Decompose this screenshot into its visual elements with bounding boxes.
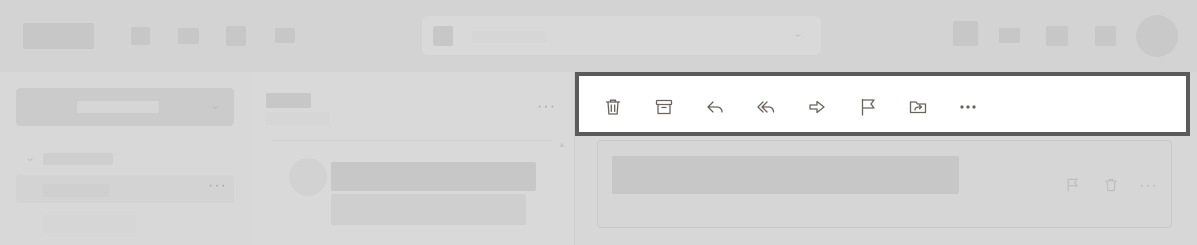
more-icon[interactable]: ··· [208, 178, 227, 194]
search-icon [433, 26, 453, 46]
delete-button[interactable] [600, 94, 626, 120]
chevron-down-icon[interactable]: ⌄ [25, 150, 35, 164]
reply-icon [707, 101, 723, 113]
forward-button[interactable] [804, 94, 830, 120]
toolbar-icon-placeholder[interactable] [226, 26, 246, 46]
new-mail-label-placeholder [77, 101, 159, 113]
scroll-up-arrow[interactable]: ▲ [558, 140, 566, 149]
more-icon [960, 105, 976, 109]
more-icon[interactable]: ··· [1139, 178, 1158, 194]
flag-button[interactable] [855, 94, 881, 120]
trash-icon [605, 99, 621, 115]
flag-icon[interactable] [1065, 177, 1081, 198]
date-placeholder [1045, 159, 1158, 174]
chevron-down-icon: ⌄ [210, 98, 221, 112]
new-mail-button[interactable]: ⌄ [16, 88, 234, 126]
more-actions-button[interactable] [955, 94, 981, 120]
search-box[interactable]: ⌄ [422, 16, 821, 55]
reply-all-button[interactable] [753, 94, 779, 120]
avatar [289, 158, 327, 196]
flag-icon [861, 98, 875, 116]
move-to-folder-button[interactable] [905, 94, 931, 120]
divider [272, 140, 552, 141]
message-header-card: ··· [597, 140, 1172, 228]
app-logo [23, 23, 94, 49]
archive-button[interactable] [651, 94, 677, 120]
trash-icon[interactable] [1103, 177, 1119, 198]
chevron-down-icon: ⌄ [793, 26, 804, 40]
search-placeholder [472, 31, 546, 43]
toolbar-icon-placeholder[interactable] [275, 28, 295, 43]
folder-item-selected[interactable]: ··· [16, 175, 234, 203]
folder-label-placeholder [43, 184, 109, 197]
toolbar-icon-placeholder[interactable] [178, 28, 199, 44]
toolbar-icon-placeholder[interactable] [131, 27, 150, 45]
folder-item-placeholder[interactable] [43, 215, 136, 233]
move-to-folder-icon [909, 101, 927, 114]
list-subtitle-placeholder [266, 112, 329, 125]
message-action-toolbar [575, 72, 1190, 136]
archive-icon [655, 99, 673, 115]
reply-all-icon [757, 101, 775, 113]
sender-placeholder [677, 199, 837, 212]
folder-group-placeholder [43, 153, 113, 165]
subject-placeholder [612, 156, 959, 194]
folder-pane: ⌄ ⌄ ··· [0, 72, 252, 245]
more-icon[interactable]: ··· [537, 99, 556, 115]
preview-placeholder [331, 194, 526, 225]
header-icon-placeholder[interactable] [1095, 26, 1116, 46]
top-app-bar: ⌄ [0, 0, 1197, 72]
header-icon-placeholder[interactable] [999, 28, 1020, 43]
list-title-placeholder [266, 93, 311, 108]
header-icon-placeholder[interactable] [1046, 26, 1068, 46]
header-icon-placeholder[interactable] [953, 21, 978, 46]
forward-icon [809, 100, 825, 114]
list-item[interactable] [272, 144, 554, 245]
message-list-pane: ··· ▲ [251, 72, 575, 245]
sender-placeholder [331, 162, 536, 191]
avatar[interactable] [1136, 15, 1178, 57]
reply-button[interactable] [702, 94, 728, 120]
